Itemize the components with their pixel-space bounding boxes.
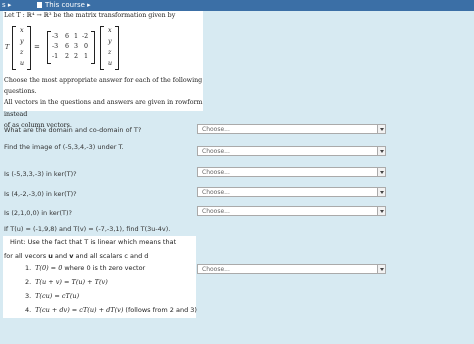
question-kernel-3: Is (2,1,0,0) in ker(T)? [4, 209, 72, 217]
property-note: where 0 is th zero vector [62, 264, 146, 272]
input-vector-entry: x [20, 27, 24, 34]
problem-statement-image: Let T : ℝ⁴ → ℝ³ be the matrix transforma… [3, 11, 203, 129]
instruction-line: All vectors in the questions and answers… [4, 99, 203, 118]
chevron-down-icon[interactable] [377, 147, 385, 155]
property-formula: T(u + v) = T(u) + T(v) [35, 278, 108, 286]
matrix-entry: 1 [74, 33, 79, 40]
select-value: Choose... [202, 189, 230, 196]
output-vector: x y z u [100, 26, 119, 70]
input-vector-entry: z [20, 49, 24, 56]
matrix-entry: 2 [65, 53, 70, 60]
chevron-down-icon[interactable] [377, 207, 385, 215]
instructions: Choose the most appropriate answer for e… [4, 75, 203, 131]
transformation-matrix: -3 6 1 -2 -3 6 3 0 -1 2 2 1 [47, 31, 95, 64]
input-vector-entry: y [20, 38, 24, 45]
property-number: 4. [25, 306, 32, 314]
hint-text: and [52, 252, 70, 260]
matrix-entry: 6 [65, 43, 70, 50]
property-number: 2. [25, 278, 32, 286]
matrix-entry: -2 [82, 33, 89, 40]
select-value: Choose... [202, 208, 230, 215]
top-navigation-bar: s ▸ This course ▸ [0, 0, 474, 11]
select-value: Choose... [202, 266, 230, 273]
chevron-down-icon[interactable] [377, 188, 385, 196]
matrix-entry: 1 [84, 53, 89, 60]
transformation-symbol: T [5, 44, 10, 51]
answer-select-kernel-1[interactable]: Choose... [197, 167, 386, 177]
hint-property-homogeneity: 3. T(cu) = cT(u) [25, 292, 79, 300]
chevron-down-icon[interactable] [377, 265, 385, 273]
select-value: Choose... [202, 169, 230, 176]
property-formula: T(0) = 0 [35, 264, 63, 272]
output-vector-entry: x [108, 27, 112, 34]
output-vector-entry: u [108, 60, 113, 67]
matrix-entry: -1 [52, 53, 59, 60]
property-formula: T(cu + dv) = cT(u) + dT(v) [35, 306, 124, 314]
question-kernel-1: Is (-5,3,3,-3) in ker(T)? [4, 170, 77, 178]
hint-heading: Hint: Use the fact that T is linear whic… [10, 238, 177, 246]
answer-select-linear-combination[interactable]: Choose... [197, 264, 386, 274]
matrix-entry: 2 [74, 53, 79, 60]
answer-select-kernel-2[interactable]: Choose... [197, 187, 386, 197]
output-vector-entry: y [108, 38, 112, 45]
hint-text: and all scalars c and d [73, 252, 149, 260]
select-value: Choose... [202, 148, 230, 155]
matrix-entry: -3 [52, 43, 59, 50]
question-domain-codomain: What are the domain and co-domain of T? [4, 126, 142, 134]
breadcrumb-previous[interactable]: s ▸ [2, 1, 11, 9]
question-linear-combination: If T(u) = (-1,9,8) and T(v) = (-7,-3,1),… [4, 225, 171, 233]
input-vector-entry: u [20, 60, 25, 67]
property-formula: T(cu) = cT(u) [35, 292, 80, 300]
answer-select-image-under-t[interactable]: Choose... [197, 146, 386, 156]
hint-property-additivity: 2. T(u + v) = T(u) + T(v) [25, 278, 108, 286]
hint-box: Hint: Use the fact that T is linear whic… [3, 236, 197, 318]
property-number: 3. [25, 292, 32, 300]
chevron-down-icon[interactable] [377, 168, 385, 176]
hint-property-zero: 1. T(0) = 0 where 0 is th zero vector [25, 264, 145, 272]
document-icon [37, 2, 42, 8]
chevron-down-icon[interactable] [377, 125, 385, 133]
equals-sign: = [34, 43, 40, 51]
output-vector-entry: z [108, 49, 112, 56]
matrix-entry: 3 [74, 43, 79, 50]
question-kernel-2: Is (4,-2,-3,0) in ker(T)? [4, 190, 77, 198]
answer-select-kernel-3[interactable]: Choose... [197, 206, 386, 216]
hint-subheading: for all vecors u and v and all scalars c… [4, 252, 148, 260]
answer-select-domain-codomain[interactable]: Choose... [197, 124, 386, 134]
hint-property-linear-combination: 4. T(cu + dv) = cT(u) + dT(v) (follows f… [25, 306, 197, 314]
property-note: (follows from 2 and 3) [123, 306, 197, 314]
question-image-under-t: Find the image of (-5,3,4,-3) under T. [4, 143, 124, 151]
breadcrumb-course[interactable]: This course ▸ [37, 1, 91, 9]
hint-text: for all vecors [4, 252, 49, 260]
input-vector: x y z u [12, 26, 31, 70]
matrix-entry: 6 [65, 33, 70, 40]
select-value: Choose... [202, 126, 230, 133]
breadcrumb-course-label: This course ▸ [45, 1, 91, 9]
problem-statement-text: Let T : ℝ⁴ → ℝ³ be the matrix transforma… [4, 12, 176, 19]
matrix-entry: 0 [84, 43, 89, 50]
matrix-entry: -3 [52, 33, 59, 40]
instruction-line: Choose the most appropriate answer for e… [4, 77, 203, 96]
property-number: 1. [25, 264, 32, 272]
